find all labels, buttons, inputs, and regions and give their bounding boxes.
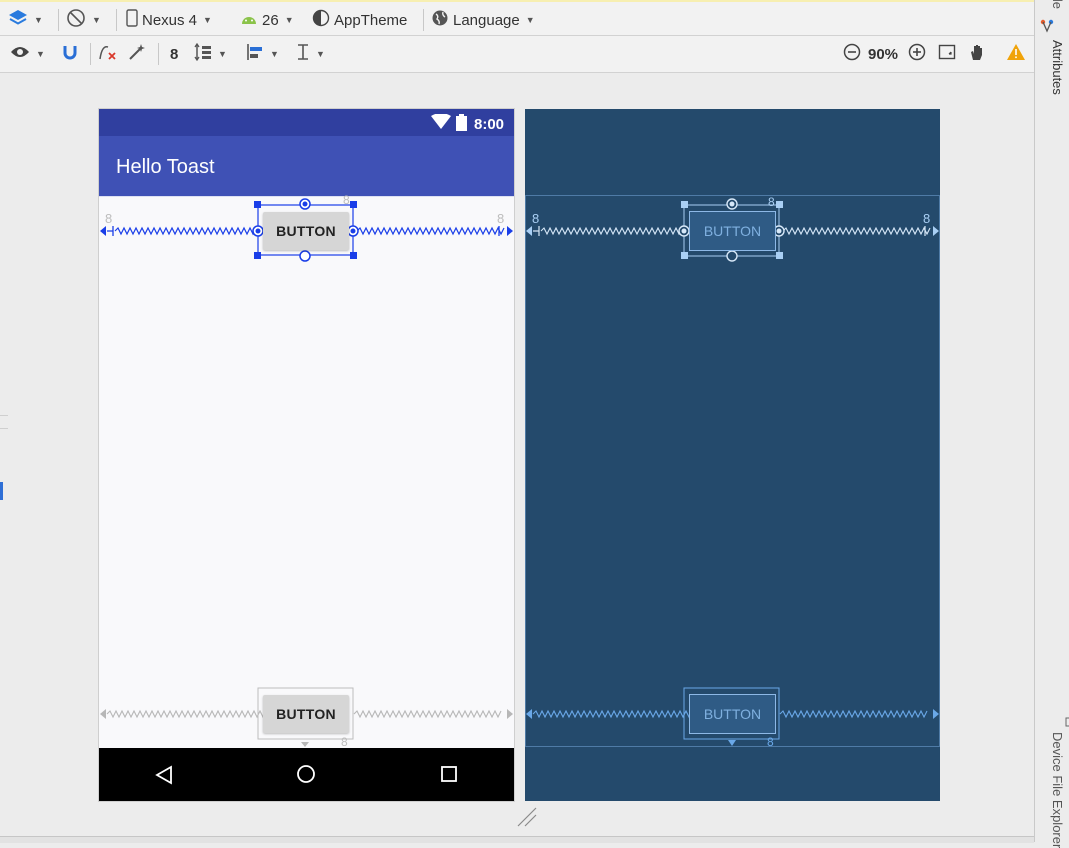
left-panel-selection-marker (0, 482, 3, 500)
margin-right-label: 8 (497, 211, 505, 226)
app-bar: Hello Toast (99, 136, 514, 196)
warnings-button[interactable] (1006, 36, 1026, 72)
navigation-bar (99, 748, 514, 801)
pack-dropdown[interactable]: ▼ (194, 36, 227, 72)
chevron-down-icon: ▼ (316, 49, 325, 59)
chevron-down-icon: ▼ (203, 15, 212, 25)
device-explorer-icon (1065, 714, 1069, 732)
battery-icon (456, 114, 467, 136)
gradle-tab[interactable]: Gradle (1050, 0, 1065, 9)
rotate-icon (66, 8, 86, 32)
zoom-level-value: 90% (868, 45, 899, 63)
guidelines-dropdown[interactable]: ▼ (296, 36, 325, 72)
zoom-out-button[interactable] (843, 36, 861, 72)
default-margins-button[interactable]: 8 (170, 36, 178, 72)
margin-bottom-label: 8 (341, 735, 348, 749)
home-icon (296, 764, 316, 789)
margin-top-label: 8 (343, 193, 350, 207)
zoom-to-fit-button[interactable] (938, 36, 956, 72)
resize-grip-icon[interactable] (516, 806, 538, 833)
theme-label: AppTheme (334, 11, 408, 29)
pack-icon (194, 42, 212, 65)
wifi-icon (430, 113, 452, 135)
attributes-icon (1039, 18, 1055, 39)
pan-button[interactable] (968, 36, 986, 72)
bp-margin-bottom-label: 8 (767, 735, 774, 749)
view-options-dropdown[interactable]: ▼ (10, 36, 45, 72)
api-level-label: 26 (262, 11, 279, 29)
chevron-down-icon: ▼ (270, 49, 279, 59)
align-dropdown[interactable]: ▼ (246, 36, 279, 72)
theme-icon (312, 9, 330, 31)
infer-constraints-button[interactable] (128, 36, 146, 72)
phone-icon (126, 9, 138, 31)
status-bar: 8:00 (99, 109, 514, 136)
device-file-explorer-tab[interactable]: Device File Explorer (1050, 732, 1065, 848)
device-dropdown[interactable]: Nexus 4 ▼ (126, 2, 212, 38)
chevron-down-icon: ▼ (525, 15, 535, 25)
clear-constraints-button[interactable] (98, 36, 118, 72)
autoconnect-toggle[interactable] (62, 36, 78, 72)
bp-margin-right-label: 8 (923, 211, 931, 226)
chevron-down-icon: ▼ (218, 49, 227, 59)
bp-button-bottom[interactable]: BUTTON (689, 694, 776, 734)
orientation-dropdown[interactable]: ▼ (66, 2, 101, 38)
chevron-down-icon: ▼ (92, 15, 101, 25)
right-tool-window-bar: Attributes Gradle Device File Explorer (1034, 0, 1069, 848)
clear-constraints-icon (98, 43, 118, 65)
android-icon (240, 12, 258, 29)
theme-button[interactable]: AppTheme (312, 2, 407, 38)
chevron-down-icon: ▼ (36, 49, 45, 59)
zoom-level: 90% (868, 36, 898, 72)
margin-left-label: 8 (105, 211, 113, 226)
api-level-dropdown[interactable]: 26 ▼ (240, 2, 294, 38)
recents-icon (440, 765, 458, 788)
back-icon (155, 765, 173, 790)
bp-margin-left-label: 8 (532, 211, 540, 226)
magnet-icon (62, 44, 78, 64)
status-time: 8:00 (474, 116, 505, 133)
app-title: Hello Toast (116, 156, 215, 178)
layers-icon (8, 9, 28, 31)
button-top[interactable]: BUTTON (263, 212, 349, 250)
design-toolbar-top: ▼ ▼ Nexus 4 ▼ 26 ▼ AppTheme Language ▼ (0, 0, 1034, 36)
warning-icon (1006, 43, 1026, 65)
default-margin-value: 8 (170, 45, 179, 63)
bp-button-top[interactable]: BUTTON (689, 211, 776, 251)
chevron-down-icon: ▼ (284, 15, 294, 25)
blueprint-preview[interactable]: 8 8 8 8 BUTTON BUTTON (525, 109, 940, 801)
bp-margin-top-label: 8 (768, 195, 775, 209)
hand-icon (968, 43, 986, 65)
attributes-tab[interactable]: Attributes (1050, 40, 1065, 95)
language-dropdown[interactable]: Language ▼ (431, 2, 535, 38)
zoom-in-icon (908, 43, 926, 65)
device-label: Nexus 4 (142, 11, 198, 29)
chevron-down-icon: ▼ (34, 15, 43, 25)
zoom-in-button[interactable] (908, 36, 926, 72)
align-left-icon (246, 43, 264, 65)
magic-wand-icon (128, 43, 146, 65)
zoom-fit-icon (938, 43, 956, 65)
design-surface-dropdown[interactable]: ▼ (8, 2, 43, 38)
guideline-icon (296, 43, 310, 65)
design-preview[interactable]: 8:00 Hello Toast 8 8 8 BUTTON 8 BUTTON (99, 109, 514, 801)
globe-icon (431, 9, 449, 31)
zoom-out-icon (843, 43, 861, 65)
eye-icon (10, 45, 30, 63)
language-label: Language (453, 11, 520, 29)
design-toolbar-second: ▼ 8 ▼ ▼ ▼ 90% (0, 36, 1034, 73)
button-bottom[interactable]: BUTTON (263, 695, 349, 733)
